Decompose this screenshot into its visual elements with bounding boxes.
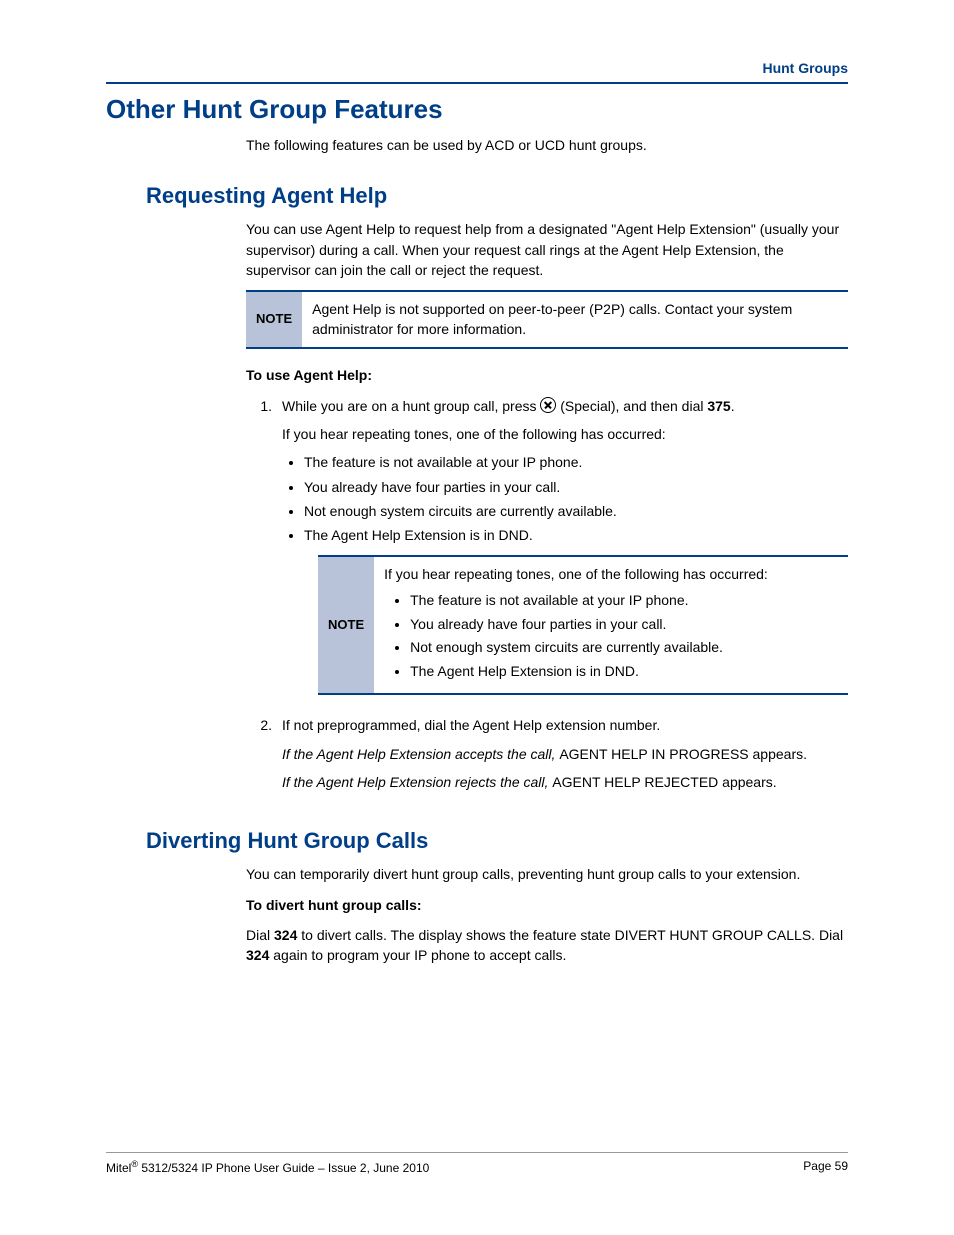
divert-code1: 324	[274, 927, 297, 943]
divert-post: again to program your IP phone to accept…	[269, 947, 566, 963]
step-1: 1. While you are on a hunt group call, p…	[246, 396, 848, 712]
note-label: NOTE	[318, 557, 374, 693]
step-2-body: If not preprogrammed, dial the Agent Hel…	[282, 715, 848, 800]
step-2-accept-italic: If the Agent Help Extension accepts the …	[282, 746, 559, 762]
step-1-aftercode: .	[731, 398, 735, 414]
header-rule	[106, 82, 848, 84]
step-1-posticon: (Special), and then dial	[556, 398, 707, 414]
section2-body: You can temporarily divert hunt group ca…	[246, 864, 848, 965]
bullet-item: You already have four parties in your ca…	[410, 615, 838, 635]
step-2-number: 2.	[246, 715, 282, 800]
bullet-item: The Agent Help Extension is in DND.	[410, 662, 838, 682]
footer-left: Mitel® 5312/5324 IP Phone User Guide – I…	[106, 1159, 429, 1175]
section2-instruction: Dial 324 to divert calls. The display sh…	[246, 925, 848, 966]
subhead-agent-help: To use Agent Help:	[246, 365, 848, 385]
step-2-reject: If the Agent Help Extension rejects the …	[282, 772, 848, 792]
intro-text: The following features can be used by AC…	[246, 135, 848, 155]
note-label: NOTE	[246, 292, 302, 347]
divert-mid: to divert calls. The display shows the f…	[297, 927, 843, 943]
document-page: Hunt Groups Other Hunt Group Features Th…	[0, 0, 954, 1235]
bullet-item: Not enough system circuits are currently…	[410, 638, 838, 658]
header-category: Hunt Groups	[106, 60, 848, 76]
step-2-reject-italic: If the Agent Help Extension rejects the …	[282, 774, 552, 790]
note2-lead: If you hear repeating tones, one of the …	[384, 565, 838, 585]
bullet-item: The feature is not available at your IP …	[410, 591, 838, 611]
bullet-item: The feature is not available at your IP …	[304, 452, 848, 472]
footer-page-number: Page 59	[803, 1159, 848, 1175]
divert-code2: 324	[246, 947, 269, 963]
step-1-body: While you are on a hunt group call, pres…	[282, 396, 848, 712]
section1-body: You can use Agent Help to request help f…	[246, 219, 848, 385]
section2-para1: You can temporarily divert hunt group ca…	[246, 864, 848, 884]
note-box-1: NOTE Agent Help is not supported on peer…	[246, 290, 848, 349]
steps-list: 1. While you are on a hunt group call, p…	[246, 396, 848, 801]
section1-para1: You can use Agent Help to request help f…	[246, 219, 848, 280]
subhead-divert: To divert hunt group calls:	[246, 895, 848, 915]
registered-mark: ®	[131, 1159, 138, 1169]
step-1-line1: While you are on a hunt group call, pres…	[282, 396, 848, 416]
bullet-item: The Agent Help Extension is in DND.	[304, 525, 848, 545]
step-2-accept: If the Agent Help Extension accepts the …	[282, 744, 848, 764]
divert-pre: Dial	[246, 927, 274, 943]
step-1-pre: While you are on a hunt group call, pres…	[282, 398, 540, 414]
bullet-item: Not enough system circuits are currently…	[304, 501, 848, 521]
footer-brand: Mitel	[106, 1161, 131, 1175]
note-text-2: If you hear repeating tones, one of the …	[374, 557, 848, 693]
note-text: Agent Help is not supported on peer-to-p…	[302, 292, 848, 347]
step-2: 2. If not preprogrammed, dial the Agent …	[246, 715, 848, 800]
heading-1: Other Hunt Group Features	[106, 94, 848, 125]
step-1-number: 1.	[246, 396, 282, 712]
page-footer: Mitel® 5312/5324 IP Phone User Guide – I…	[106, 1152, 848, 1175]
intro-paragraph: The following features can be used by AC…	[246, 135, 848, 155]
step-1-line2: If you hear repeating tones, one of the …	[282, 424, 848, 444]
step-1-bullets: The feature is not available at your IP …	[282, 452, 848, 545]
step-2-reject-rest: AGENT HELP REJECTED appears.	[552, 774, 776, 790]
bullet-item: You already have four parties in your ca…	[304, 477, 848, 497]
heading-2-requesting: Requesting Agent Help	[146, 183, 848, 209]
special-key-icon	[540, 397, 556, 413]
note2-bullets: The feature is not available at your IP …	[384, 591, 838, 681]
step-1-code: 375	[707, 398, 730, 414]
step-2-line1: If not preprogrammed, dial the Agent Hel…	[282, 715, 848, 735]
note-box-2: NOTE If you hear repeating tones, one of…	[318, 555, 848, 695]
heading-2-diverting: Diverting Hunt Group Calls	[146, 828, 848, 854]
step-2-accept-rest: AGENT HELP IN PROGRESS appears.	[559, 746, 807, 762]
footer-doc-title: 5312/5324 IP Phone User Guide – Issue 2,…	[138, 1161, 429, 1175]
